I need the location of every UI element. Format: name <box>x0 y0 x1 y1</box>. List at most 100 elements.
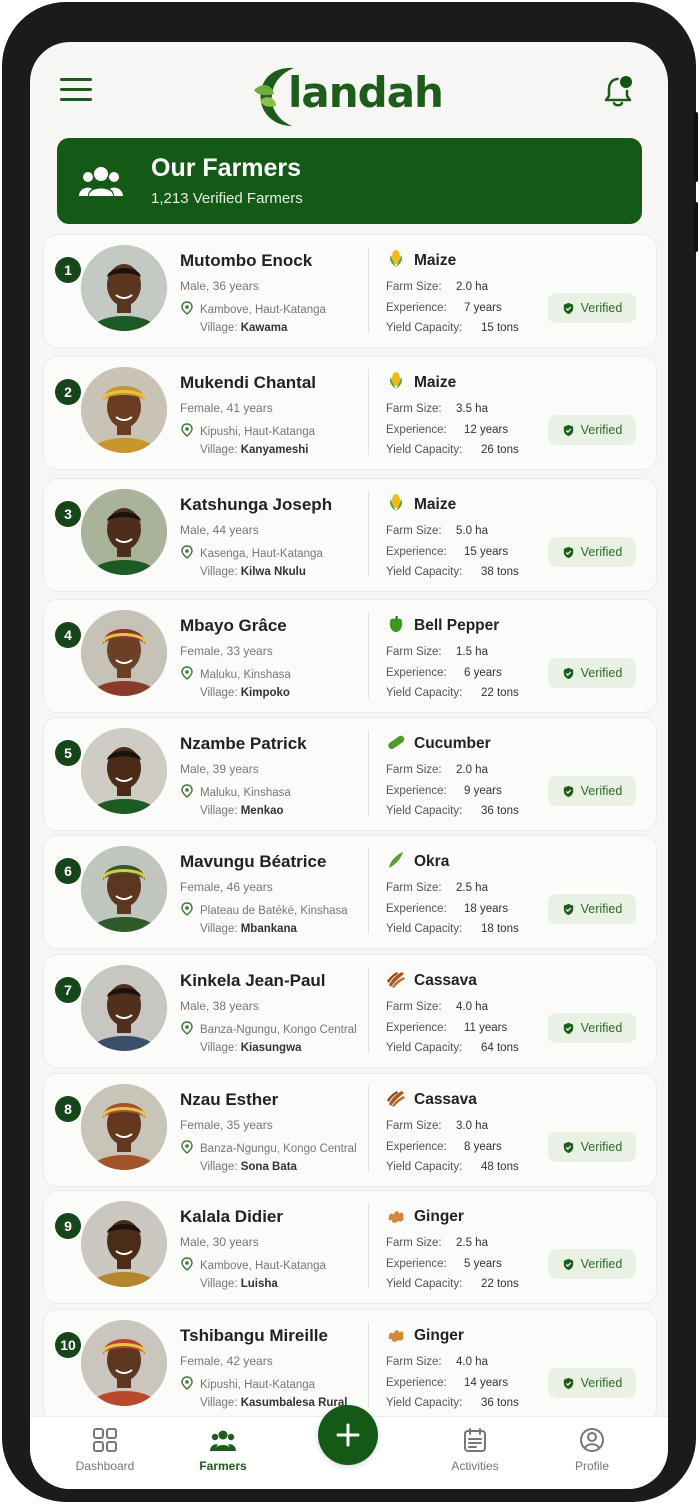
card-divider <box>368 247 369 333</box>
rank-badge: 5 <box>55 740 81 766</box>
nav-profile[interactable]: Profile <box>544 1427 640 1485</box>
experience: Experience: 8 years <box>386 1141 502 1153</box>
farmer-name: Katshunga Joseph <box>180 495 333 514</box>
nav-dashboard-label: Dashboard <box>75 1459 135 1473</box>
farmer-village: Village: Kasumbalesa Rural <box>200 1397 347 1409</box>
yield-label: Yield Capacity: <box>386 1161 463 1173</box>
experience-label: Experience: <box>386 903 447 915</box>
yield-capacity: Yield Capacity: 22 tons <box>386 687 519 699</box>
yield-capacity: Yield Capacity: 15 tons <box>386 322 519 334</box>
experience-label: Experience: <box>386 785 447 797</box>
volume-button <box>694 202 698 252</box>
verified-badge[interactable]: Verified <box>548 776 636 806</box>
avatar <box>81 1084 167 1170</box>
farmer-village: Village: Kiasungwa <box>200 1042 301 1054</box>
farmer-name: Nzambe Patrick <box>180 734 307 753</box>
farm-size: Farm Size: 1.5 ha <box>386 646 488 658</box>
yield-value: 22 tons <box>481 687 519 699</box>
village-label: Village: <box>200 1397 238 1409</box>
farmer-village: Village: Luisha <box>200 1278 278 1290</box>
bell-icon[interactable] <box>600 74 636 110</box>
verified-badge[interactable]: Verified <box>548 415 636 445</box>
farmer-card[interactable]: 1 Mutombo Enock Male, 36 years Kambove, Hau… <box>43 234 657 348</box>
bottom-navigation: Dashboard Farmers Activities Profile <box>30 1405 668 1489</box>
okra-icon <box>389 852 403 868</box>
farmer-location: Kasenga, Haut-Katanga <box>180 545 323 560</box>
yield-capacity: Yield Capacity: 36 tons <box>386 1397 519 1409</box>
hamburger-menu-icon[interactable] <box>60 78 92 104</box>
rank-badge: 2 <box>55 379 81 405</box>
card-divider <box>368 848 369 934</box>
verified-label: Verified <box>580 545 623 559</box>
banner-title: Our Farmers <box>151 154 302 182</box>
farm-size-label: Farm Size: <box>386 1120 442 1132</box>
farmer-demographics: Female, 42 years <box>180 1354 273 1368</box>
nav-profile-label: Profile <box>574 1459 609 1473</box>
farmer-card[interactable]: 9 Kalala Didier Male, 30 years Kambove, Hau… <box>43 1190 657 1304</box>
nav-activities[interactable]: Activities <box>427 1427 523 1485</box>
village-value: Luisha <box>240 1278 278 1290</box>
yield-capacity: Yield Capacity: 18 tons <box>386 923 519 935</box>
farm-size: Farm Size: 3.0 ha <box>386 1120 488 1132</box>
yield-capacity: Yield Capacity: 26 tons <box>386 444 519 456</box>
banner-subtitle: 1,213 Verified Farmers <box>151 190 303 207</box>
nav-dashboard[interactable]: Dashboard <box>57 1427 153 1485</box>
verified-badge[interactable]: Verified <box>548 894 636 924</box>
crop-name: Cucumber <box>414 735 491 752</box>
crop: Cassava <box>386 1088 477 1109</box>
farmer-card[interactable]: 5 Nzambe Patrick Male, 39 years Maluku, Kin… <box>43 717 657 831</box>
farm-size-value: 3.0 ha <box>456 1120 488 1132</box>
verified-label: Verified <box>580 1021 623 1035</box>
verified-badge[interactable]: Verified <box>548 1249 636 1279</box>
card-divider <box>368 730 369 816</box>
crop-name: Cassava <box>414 1091 477 1108</box>
verified-label: Verified <box>580 1376 623 1390</box>
verified-badge[interactable]: Verified <box>548 1368 636 1398</box>
farmer-card[interactable]: 3 Katshunga Joseph Male, 44 years Kasenga, … <box>43 478 657 592</box>
farmer-card[interactable]: 6 Mavungu Béatrice Female, 46 years Plateau… <box>43 835 657 949</box>
farmer-card[interactable]: 2 Mukendi Chantal Female, 41 years Kipushi,… <box>43 356 657 470</box>
experience: Experience: 18 years <box>386 903 508 915</box>
yield-label: Yield Capacity: <box>386 687 463 699</box>
farmer-card[interactable]: 4 Mbayo Grâce Female, 33 years Maluku, Kins… <box>43 599 657 713</box>
verified-badge[interactable]: Verified <box>548 1132 636 1162</box>
farmer-demographics: Male, 36 years <box>180 279 259 293</box>
village-value: Menkao <box>240 805 284 817</box>
avatar <box>81 846 167 932</box>
experience-label: Experience: <box>386 424 447 436</box>
verified-shield-icon <box>563 1377 573 1389</box>
farmer-card[interactable]: 7 Kinkela Jean-Paul Male, 38 years Banza-Ng… <box>43 954 657 1068</box>
experience-label: Experience: <box>386 546 447 558</box>
crop-name: Cassava <box>414 972 477 989</box>
verified-badge[interactable]: Verified <box>548 293 636 323</box>
yield-capacity: Yield Capacity: 22 tons <box>386 1278 519 1290</box>
yield-label: Yield Capacity: <box>386 444 463 456</box>
experience-value: 14 years <box>464 1377 509 1389</box>
yield-value: 36 tons <box>481 805 519 817</box>
avatar <box>81 610 167 696</box>
farmer-name: Nzau Esther <box>180 1090 279 1109</box>
experience-value: 6 years <box>464 667 502 679</box>
nav-farmers[interactable]: Farmers <box>175 1427 271 1485</box>
logo-text: landah <box>288 68 444 117</box>
experience-value: 18 years <box>464 903 509 915</box>
yield-label: Yield Capacity: <box>386 805 463 817</box>
crop-name: Maize <box>414 496 457 513</box>
verified-badge[interactable]: Verified <box>548 537 636 567</box>
verified-label: Verified <box>580 1257 623 1271</box>
village-value: Kilwa Nkulu <box>240 566 306 578</box>
crop: Maize <box>386 493 456 514</box>
crop-name: Bell Pepper <box>414 617 500 634</box>
farmer-village: Village: Kimpoko <box>200 687 290 699</box>
village-value: Kawama <box>240 322 288 334</box>
verified-badge[interactable]: Verified <box>548 1013 636 1043</box>
farmer-card[interactable]: 8 Nzau Esther Female, 35 years Banza-Ngungu… <box>43 1073 657 1187</box>
rank-badge: 1 <box>55 257 81 283</box>
profile-icon <box>580 1428 604 1452</box>
village-value: Kanyameshi <box>240 444 309 456</box>
card-divider <box>368 1086 369 1172</box>
add-button[interactable] <box>318 1405 378 1465</box>
verified-badge[interactable]: Verified <box>548 658 636 688</box>
experience: Experience: 6 years <box>386 667 502 679</box>
experience: Experience: 12 years <box>386 424 508 436</box>
